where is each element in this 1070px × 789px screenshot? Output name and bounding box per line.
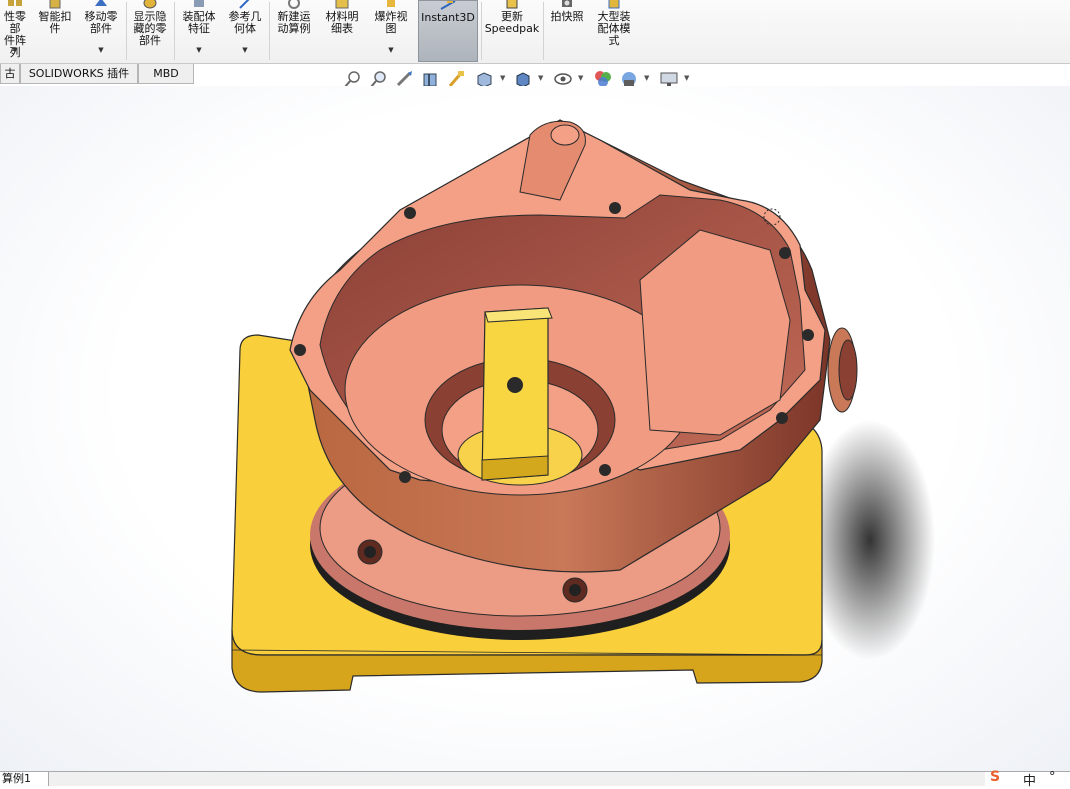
ribbon-separator [174,2,175,60]
chevron-down-icon[interactable]: ▼ [388,44,393,56]
chevron-down-icon[interactable]: ▼ [12,44,17,56]
move-component-icon [95,0,107,6]
ime-language-indicator[interactable]: 中 [1023,770,1036,789]
camera-icon [562,0,572,7]
tab-motion-study[interactable]: 算例1 [0,772,49,786]
chevron-down-icon[interactable]: ▼ [644,74,649,82]
exploded-view-icon [387,0,395,7]
model-shadow [805,420,935,660]
update-speedpak-button[interactable]: 更新 Speedpak [483,0,541,62]
move-component-button[interactable]: 移动零 部件 ▼ [78,0,124,62]
chevron-down-icon[interactable]: ▼ [684,74,689,82]
show-hidden-components-button[interactable]: 显示隐 藏的零 部件 [128,0,172,62]
model-motion-tabs: 算例1 S 中 ° [0,769,1070,789]
ribbon-separator [481,2,482,60]
linear-component-pattern-button[interactable]: 性零部 件阵列 ▼ [0,0,30,62]
assembly-model[interactable] [0,86,1070,771]
bill-of-materials-button[interactable]: 材料明 细表 [320,0,364,62]
assembly-features-icon [194,0,204,7]
reference-geometry-icon [239,0,250,9]
exploded-view-button[interactable]: 爆炸视 图 ▼ [368,0,414,62]
chevron-down-icon[interactable]: ▼ [98,44,103,56]
tab-solidworks-addins[interactable]: SOLIDWORKS 插件 [20,64,138,84]
linear-pattern-icon [8,0,22,6]
ribbon-separator [269,2,270,60]
show-hidden-icon [143,0,157,9]
command-manager-ribbon: 性零部 件阵列 ▼ 智能扣 件 移动零 部件 ▼ 显示隐 藏的零 部件 装配体 … [0,0,1070,64]
chevron-down-icon[interactable]: ▼ [500,74,505,82]
smart-fasteners-icon [49,0,61,9]
command-manager-tabs: 古 SOLIDWORKS 插件 MBD [0,64,200,85]
instant3d-button[interactable]: Instant3D [418,0,478,62]
key-block[interactable] [481,307,553,481]
ribbon-separator [543,2,544,60]
ime-tray: S 中 ° [985,769,1070,789]
large-assembly-mode-button[interactable]: 大型装 配体模 式 [592,0,636,62]
tab-evaluate[interactable]: 古 [0,64,20,84]
chevron-down-icon[interactable]: ▼ [578,74,583,82]
sogou-logo-icon[interactable]: S [990,769,1000,785]
large-assembly-icon [608,0,620,9]
ime-punctuation-indicator[interactable]: ° [1049,770,1056,785]
graphics-viewport[interactable] [0,86,1070,771]
motion-study-icon [288,0,300,9]
assembly-features-button[interactable]: 装配体 特征 ▼ [176,0,222,62]
chevron-down-icon[interactable]: ▼ [538,74,543,82]
bom-table-icon [335,0,349,9]
take-snapshot-button[interactable]: 拍快照 [545,0,589,62]
chevron-down-icon[interactable]: ▼ [196,44,201,56]
chevron-down-icon[interactable]: ▼ [242,44,247,56]
smart-fasteners-button[interactable]: 智能扣 件 [34,0,76,62]
reference-geometry-button[interactable]: 参考几 何体 ▼ [223,0,267,62]
speedpak-icon [506,0,518,9]
instant3d-icon [440,1,456,10]
tab-mbd[interactable]: MBD [138,64,194,84]
ribbon-separator [126,2,127,60]
new-motion-study-button[interactable]: 新建运 动算例 [271,0,317,62]
